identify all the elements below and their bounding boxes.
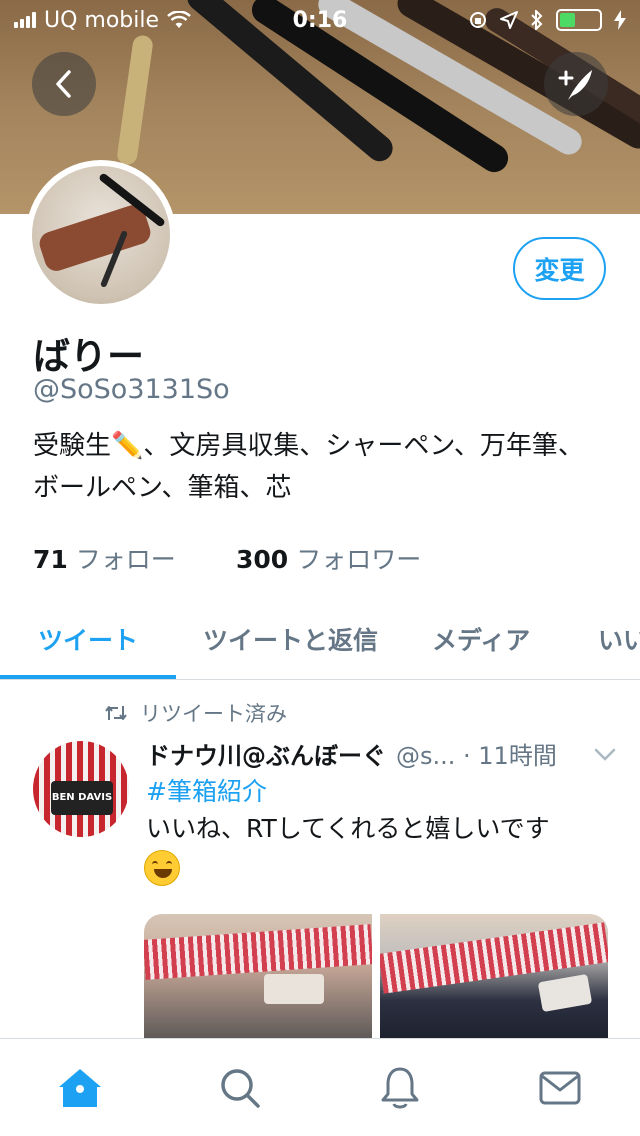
profile-handle: @SoSo3131So [33, 374, 230, 405]
followers-link[interactable]: 300 フォロワー [236, 540, 421, 576]
compose-button[interactable] [544, 52, 608, 116]
battery-icon [556, 9, 602, 31]
nav-search[interactable] [216, 1064, 264, 1112]
edit-profile-button[interactable]: 変更 [513, 237, 606, 300]
avatar-logo: BEN DAVIS [51, 781, 113, 815]
chevron-left-icon [56, 70, 71, 98]
active-tab-indicator [0, 675, 176, 679]
chevron-down-icon [594, 748, 616, 761]
tab-tweets[interactable]: ツイート [38, 600, 138, 678]
following-label: フォロー [75, 545, 176, 574]
status-bar: UQ mobile 0:16 [0, 0, 640, 40]
tweet-menu-button[interactable] [594, 740, 616, 768]
profile-name: ばりー [33, 335, 144, 378]
tab-tweets-replies[interactable]: ツイートと返信 [203, 600, 378, 678]
nav-notifications[interactable] [376, 1064, 424, 1112]
tab-likes[interactable]: いい [598, 600, 640, 678]
tweet-media[interactable] [144, 914, 608, 1038]
clock: 0:16 [292, 7, 348, 33]
retweet-label: リツイート済み [140, 702, 287, 726]
tweet-user-name[interactable]: ドナウ川@ぶんぼーぐ [146, 736, 386, 771]
search-icon [221, 1069, 260, 1108]
profile-avatar[interactable] [26, 160, 176, 310]
tweet-meta: @s... · 11時間 [396, 742, 557, 770]
compose-feather-icon [558, 70, 592, 100]
following-link[interactable]: 71 フォロー [33, 540, 176, 576]
profile-bio: 受験生✏️、文房具収集、シャーペン、万年筆、ボールペン、筆箱、芯 [33, 431, 584, 503]
tweet-text: いいね、RTしてくれると嬉しいです [146, 814, 550, 843]
back-button[interactable] [32, 52, 96, 116]
followers-label: フォロワー [296, 545, 422, 574]
retweet-indicator: リツイート済み [104, 698, 287, 728]
tweet-header: ドナウ川@ぶんぼーぐ @s... · 11時間 [146, 736, 616, 771]
nav-home[interactable] [56, 1064, 104, 1112]
tweet-avatar[interactable]: BEN DAVIS [33, 741, 129, 837]
following-count: 71 [33, 545, 68, 574]
bottom-tab-bar [0, 1038, 640, 1136]
mail-icon [539, 1071, 581, 1105]
followers-count: 300 [236, 545, 289, 574]
home-icon [59, 1069, 101, 1107]
tab-media[interactable]: メディア [432, 600, 530, 678]
profile-tabs: ツイート ツイートと返信 メディア いい [0, 600, 640, 680]
tweet-hashtag[interactable]: #筆箱紹介 [146, 772, 267, 808]
retweet-icon [105, 706, 127, 720]
tweet-photo[interactable] [144, 914, 372, 1038]
tweet-photo[interactable] [380, 914, 608, 1038]
bell-icon [381, 1067, 419, 1109]
nav-messages[interactable] [536, 1064, 584, 1112]
grinning-emoji-icon [144, 850, 180, 886]
